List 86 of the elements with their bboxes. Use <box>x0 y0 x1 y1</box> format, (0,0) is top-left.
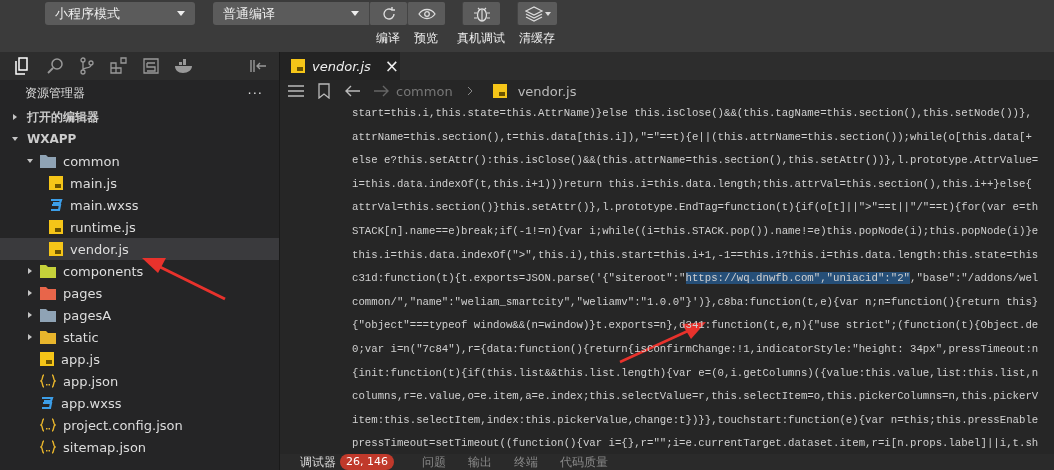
js-file-icon <box>291 59 305 73</box>
button-label: 预览 <box>414 30 438 47</box>
chevron-icon[interactable] <box>26 289 34 297</box>
code-text: i=this.data.indexOf(t,this.i+1)))return this.i=this.data.length;this.attrVal=this.section(),this.i++}else{ <box>352 177 1032 190</box>
panel-tab[interactable]: 输出 <box>468 454 492 470</box>
code-text: this.i=this.data.indexOf(">",this.i),this.start=this.i+1,-1==this.i?this.i=this.data.length:this.state=this <box>352 248 1039 261</box>
file-item[interactable]: app.json <box>0 370 279 392</box>
eye-icon <box>417 7 436 20</box>
back-arrow-icon[interactable] <box>344 85 360 97</box>
breadcrumb-item[interactable]: vendor.js <box>517 83 577 99</box>
file-item[interactable]: main.wxss <box>0 194 279 216</box>
folder-item[interactable]: pagesA <box>0 304 279 326</box>
forward-arrow-icon[interactable] <box>374 85 390 97</box>
extensions-icon[interactable] <box>110 57 128 75</box>
file-item[interactable]: sitemap.json <box>0 436 279 458</box>
code-text: attrVal=this.section()}this.setAttr()},l.prototype.EndTag=function(t){if(o[t]||">"==t||"/"==t){for(var e=th <box>352 201 1039 214</box>
folder-item[interactable]: common <box>0 150 279 172</box>
toolbar-button[interactable] <box>462 2 500 25</box>
panel-tab[interactable]: 代码质量 <box>560 454 608 470</box>
code-text: ,"base":"/addons/wel <box>910 272 1039 285</box>
search-icon[interactable] <box>46 57 64 75</box>
css-file-icon <box>40 396 54 410</box>
storage-icon[interactable] <box>142 57 160 75</box>
code-text: item:this.selectItem,index:this.pickerValue,change:t})}},touchstart:function(e){var n=this;this.pressEnable <box>352 413 1039 426</box>
caret-icon <box>177 11 185 16</box>
file-item[interactable]: vendor.js <box>0 238 279 260</box>
button-label: 真机调试 <box>457 30 505 47</box>
toolbar-button[interactable] <box>369 2 407 25</box>
file-item[interactable]: main.js <box>0 172 279 194</box>
js-file-icon <box>49 220 63 234</box>
chevron-icon <box>466 86 473 96</box>
js-file-icon <box>40 352 54 366</box>
toolbar-button[interactable] <box>407 2 445 25</box>
folder-item[interactable]: components <box>0 260 279 282</box>
code-text: common/","name":"weliam_smartcity","weliamv":"1.0.0"}')},c8ba:function(t,e){var n;n=function(){return this} <box>352 295 1039 308</box>
braces-icon <box>40 374 56 388</box>
button-label: 清缓存 <box>519 30 555 47</box>
code-text: columns,r=e.value,o=e.item,a=e.index;this.selectValue=r,this.selectItem=o,this.pickerColumns=n,this.pickerV <box>352 390 1039 403</box>
bookmark-icon[interactable] <box>318 83 330 99</box>
css-file-icon <box>49 198 63 212</box>
file-item[interactable]: project.config.json <box>0 414 279 436</box>
collapse-panel-icon[interactable] <box>249 59 267 73</box>
panel-tab[interactable]: 问题 <box>422 454 446 470</box>
caret-icon <box>351 11 359 16</box>
explorer-title: 资源管理器 <box>25 84 85 102</box>
editor-tab[interactable]: vendor.js × <box>280 52 400 80</box>
panel-tab[interactable]: 调试器 <box>300 454 336 470</box>
chevron-icon[interactable] <box>26 157 34 165</box>
file-item[interactable]: app.js <box>0 348 279 370</box>
folder-item[interactable]: pages <box>0 282 279 304</box>
section-header[interactable]: 打开的编辑器 <box>0 106 279 128</box>
chevron-icon[interactable] <box>11 113 19 121</box>
list-icon[interactable] <box>288 85 304 97</box>
close-button[interactable]: × <box>384 56 400 76</box>
js-file-icon <box>492 84 507 98</box>
file-item[interactable]: app.wxss <box>0 392 279 414</box>
code-text: STACK[n].name==e)break;if(-1!=n){var i;while((i=this.STACK.pop()).name!=e)this.popNode(i);this.popNode(i)}e <box>352 224 1039 237</box>
chevron-icon[interactable] <box>26 267 34 275</box>
selected-code: https://wq.dnwfb.com","uniacid":"2" <box>685 272 910 285</box>
count-badge: 26, 146 <box>340 454 394 470</box>
more-button[interactable]: ··· <box>247 85 263 101</box>
braces-icon <box>40 440 56 454</box>
js-file-icon <box>49 176 63 190</box>
braces-icon <box>40 418 56 432</box>
chevron-icon[interactable] <box>26 333 34 341</box>
whale-icon[interactable] <box>174 58 194 74</box>
layers-icon <box>524 5 551 22</box>
code-text: attrName=this.section(),t=this.data[this.i]),"="==t){e||(this.attrName=this.section());while(o[this.data[+ <box>352 130 1032 143</box>
chevron-icon[interactable] <box>11 135 19 143</box>
code-text: start=this.i,this.state=this.AttrName)}else this.isClose()&&(this.tagName=this.section(),this.setNode())}, <box>352 107 1032 119</box>
branch-icon[interactable] <box>78 57 96 75</box>
code-text: pressTimeout=setTimeout((function(){var i={},r="";i=e.currentTarget.dataset.item,r=i[n.props.label]||i,t.sh <box>352 437 1039 450</box>
code-text: c31d:function(t){t.exports=JSON.parse('{"siteroot":" <box>352 272 686 285</box>
folder-item[interactable]: static <box>0 326 279 348</box>
js-file-icon <box>49 242 63 256</box>
compile-dropdown[interactable]: 普通编译 <box>213 2 369 25</box>
code-text: {init:function(t){if(this.list&&this.list.length){var e=(0,i.getColumns)({value:this.value,list:this.list,n <box>352 366 1039 379</box>
chevron-icon[interactable] <box>26 311 34 319</box>
section-header[interactable]: WXAPP <box>0 128 279 150</box>
panel-tab[interactable]: 终端 <box>514 454 538 470</box>
file-item[interactable]: runtime.js <box>0 216 279 238</box>
button-label: 编译 <box>376 30 400 47</box>
toolbar-button[interactable] <box>517 2 557 25</box>
mode-dropdown[interactable]: 小程序模式 <box>45 2 195 25</box>
code-text: else e?this.setAttr():this.isClose()&&(this.attrName=this.section(),this.setAttr())},l.prototype.AttrValue= <box>352 154 1039 167</box>
refresh-icon <box>380 5 397 22</box>
